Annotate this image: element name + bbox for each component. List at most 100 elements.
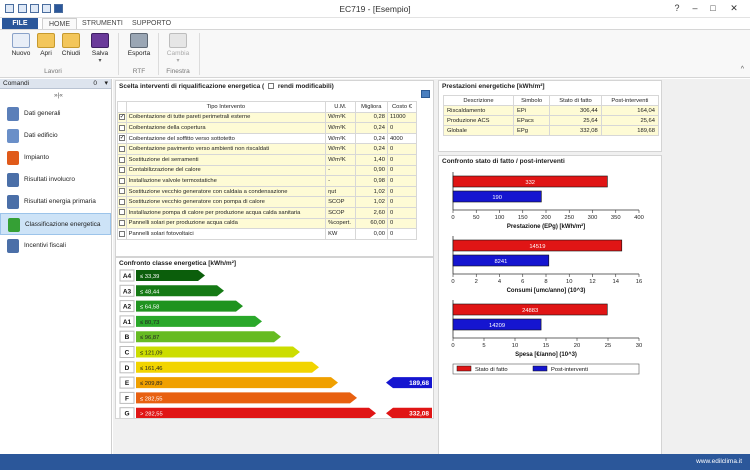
cell-costo[interactable]: 0	[386, 228, 418, 240]
tab-strumenti[interactable]: STRUMENTI	[76, 18, 129, 29]
salva-dropdown-icon[interactable]: ▾	[88, 57, 112, 64]
table-row[interactable]: Installazione pompa di calore per produz…	[117, 206, 418, 219]
cambia-button[interactable]: Cambia ▾	[163, 33, 193, 64]
cell-migliora[interactable]: 0,00	[354, 228, 388, 240]
table-row[interactable]: Coibentazione della copertura W/m²K 0,24 0	[117, 122, 418, 134]
row-checkbox[interactable]	[118, 188, 125, 195]
col-descrizione[interactable]: Descrizione	[443, 95, 514, 106]
table-row[interactable]: Sostituzione vecchio generatore con pomp…	[117, 196, 418, 208]
row-checkbox-cell[interactable]	[117, 206, 127, 219]
cell-costo[interactable]: 4000	[386, 132, 418, 145]
col-post[interactable]: Post-interventi	[600, 95, 660, 106]
cell-migliora[interactable]: 1,02	[354, 196, 388, 208]
cell-migliora[interactable]: 0,24	[354, 132, 388, 145]
row-checkbox[interactable]	[118, 177, 125, 184]
col-migliora[interactable]: Migliora	[354, 101, 388, 113]
table-row[interactable]: Contabilizzazione del calore -0,90 0	[117, 164, 418, 177]
row-checkbox-cell[interactable]	[117, 217, 127, 230]
row-checkbox[interactable]: ✓	[118, 114, 125, 121]
row-checkbox-cell[interactable]	[117, 164, 127, 177]
apri-button[interactable]: Apri	[34, 33, 58, 57]
table-row[interactable]: Coibentazione pavimento verso ambienti n…	[117, 143, 418, 155]
row-checkbox-cell[interactable]	[117, 143, 127, 155]
table-row[interactable]: ✓ Coibentazione di tutte pareti perimetra…	[117, 111, 418, 124]
cell-costo[interactable]: 11000	[386, 111, 418, 124]
tab-supporto[interactable]: SUPPORTO	[126, 18, 177, 29]
row-checkbox-cell[interactable]	[117, 175, 127, 187]
sidebar-item-classificazione-energetica[interactable]: Classificazione energetica	[0, 213, 111, 235]
esporta-button[interactable]: Esporta	[125, 33, 153, 57]
help-button[interactable]: ?	[670, 3, 684, 13]
row-checkbox-cell[interactable]: ✓	[117, 111, 127, 124]
row-checkbox[interactable]	[118, 198, 125, 205]
cell-migliora[interactable]: 1,02	[354, 185, 388, 198]
cambia-dropdown-icon[interactable]: ▾	[163, 57, 193, 64]
row-checkbox[interactable]	[118, 124, 125, 131]
cell-costo[interactable]: 0	[386, 153, 418, 166]
col-stato[interactable]: Stato di fatto	[549, 95, 602, 106]
row-checkbox[interactable]: ✓	[118, 135, 125, 142]
cell-migliora[interactable]: 2,60	[354, 206, 388, 219]
row-checkbox-cell[interactable]: ✓	[117, 132, 127, 145]
table-row[interactable]: Sostituzione vecchio generatore con cald…	[117, 185, 418, 198]
col-um[interactable]: U.M.	[325, 101, 356, 113]
table-row[interactable]: Sostituzione dei serramenti W/m²K 1,40 0	[117, 153, 418, 166]
col-tipo[interactable]: Tipo Intervento	[125, 101, 327, 113]
row-checkbox[interactable]	[118, 167, 125, 174]
row-checkbox-cell[interactable]	[117, 153, 127, 166]
sidebar-item-risultati-involucro[interactable]: Risultati involucro	[0, 169, 111, 191]
cell-migliora[interactable]: 0,24	[354, 122, 388, 134]
row-checkbox[interactable]	[118, 230, 125, 237]
cell-costo[interactable]: 0	[386, 175, 418, 187]
col-simbolo[interactable]: Simbolo	[512, 95, 551, 106]
nuovo-button[interactable]: Nuovo	[9, 33, 33, 57]
tab-file[interactable]: FILE	[2, 18, 38, 29]
maximize-button[interactable]: □	[706, 3, 720, 13]
row-checkbox-cell[interactable]	[117, 228, 127, 240]
cell-migliora[interactable]: 0,28	[354, 111, 388, 124]
close-button[interactable]: ✕	[727, 3, 741, 14]
table-row[interactable]: Pannelli solari per produzione acqua cal…	[117, 217, 418, 230]
cell-costo[interactable]: 0	[386, 143, 418, 155]
cell-migliora[interactable]: 1,40	[354, 153, 388, 166]
salva-button[interactable]: Salva ▾	[88, 33, 112, 64]
collapse-ribbon-icon[interactable]: ^	[741, 66, 744, 73]
minimize-button[interactable]: –	[688, 3, 702, 13]
editable-checkbox[interactable]	[268, 83, 275, 90]
cell-migliora[interactable]: 0,90	[354, 164, 388, 177]
sidebar-item-incentivi-fiscali[interactable]: Incentivi fiscali	[0, 235, 111, 257]
col-costo[interactable]: Costo €	[386, 101, 418, 113]
document-icon	[7, 107, 19, 121]
cell-costo[interactable]: 0	[386, 164, 418, 177]
collapse-sidebar-icon[interactable]: »|«	[54, 92, 63, 99]
row-checkbox-cell[interactable]	[117, 185, 127, 198]
sidebar-pin-icon[interactable]: ▾	[104, 79, 108, 87]
tab-home[interactable]: HOME	[42, 18, 77, 29]
table-row[interactable]: Installazione valvole termostatiche -0,98…	[117, 175, 418, 187]
cell-costo[interactable]: 0	[386, 122, 418, 134]
row-checkbox[interactable]	[118, 145, 125, 152]
cell-migliora[interactable]: 0,98	[354, 175, 388, 187]
row-checkbox-cell[interactable]	[117, 122, 127, 134]
chiudi-button[interactable]: Chiudi	[59, 33, 83, 57]
sidebar-item-impianto[interactable]: Impianto	[0, 147, 111, 169]
row-checkbox[interactable]	[118, 220, 125, 227]
chiudi-label: Chiudi	[61, 50, 81, 57]
cell-costo[interactable]: 0	[386, 196, 418, 208]
sidebar-item-dati-edificio[interactable]: Dati edificio	[0, 125, 111, 147]
sidebar-item-risultati-energia-primaria[interactable]: Risultati energia primaria	[0, 191, 111, 213]
row-checkbox[interactable]	[118, 156, 125, 163]
cell-costo[interactable]: 0	[386, 206, 418, 219]
class-threshold: ≤ 96,87	[140, 335, 159, 341]
cell-costo[interactable]: 0	[386, 217, 418, 230]
sidebar-item-dati-generali[interactable]: Dati generali	[0, 103, 111, 125]
table-row[interactable]: Pannelli solari fotovoltaici KW 0,00 0	[117, 228, 418, 240]
table-options-icon[interactable]	[421, 90, 430, 98]
cell-migliora[interactable]: 60,00	[354, 217, 388, 230]
row-checkbox[interactable]	[118, 209, 125, 216]
cell-migliora[interactable]: 0,24	[354, 143, 388, 155]
cell-costo[interactable]: 0	[386, 185, 418, 198]
status-url[interactable]: www.edilclima.it	[696, 458, 742, 465]
table-row[interactable]: ✓ Coibentazione del soffitto verso sottot…	[117, 132, 418, 145]
row-checkbox-cell[interactable]	[117, 196, 127, 208]
